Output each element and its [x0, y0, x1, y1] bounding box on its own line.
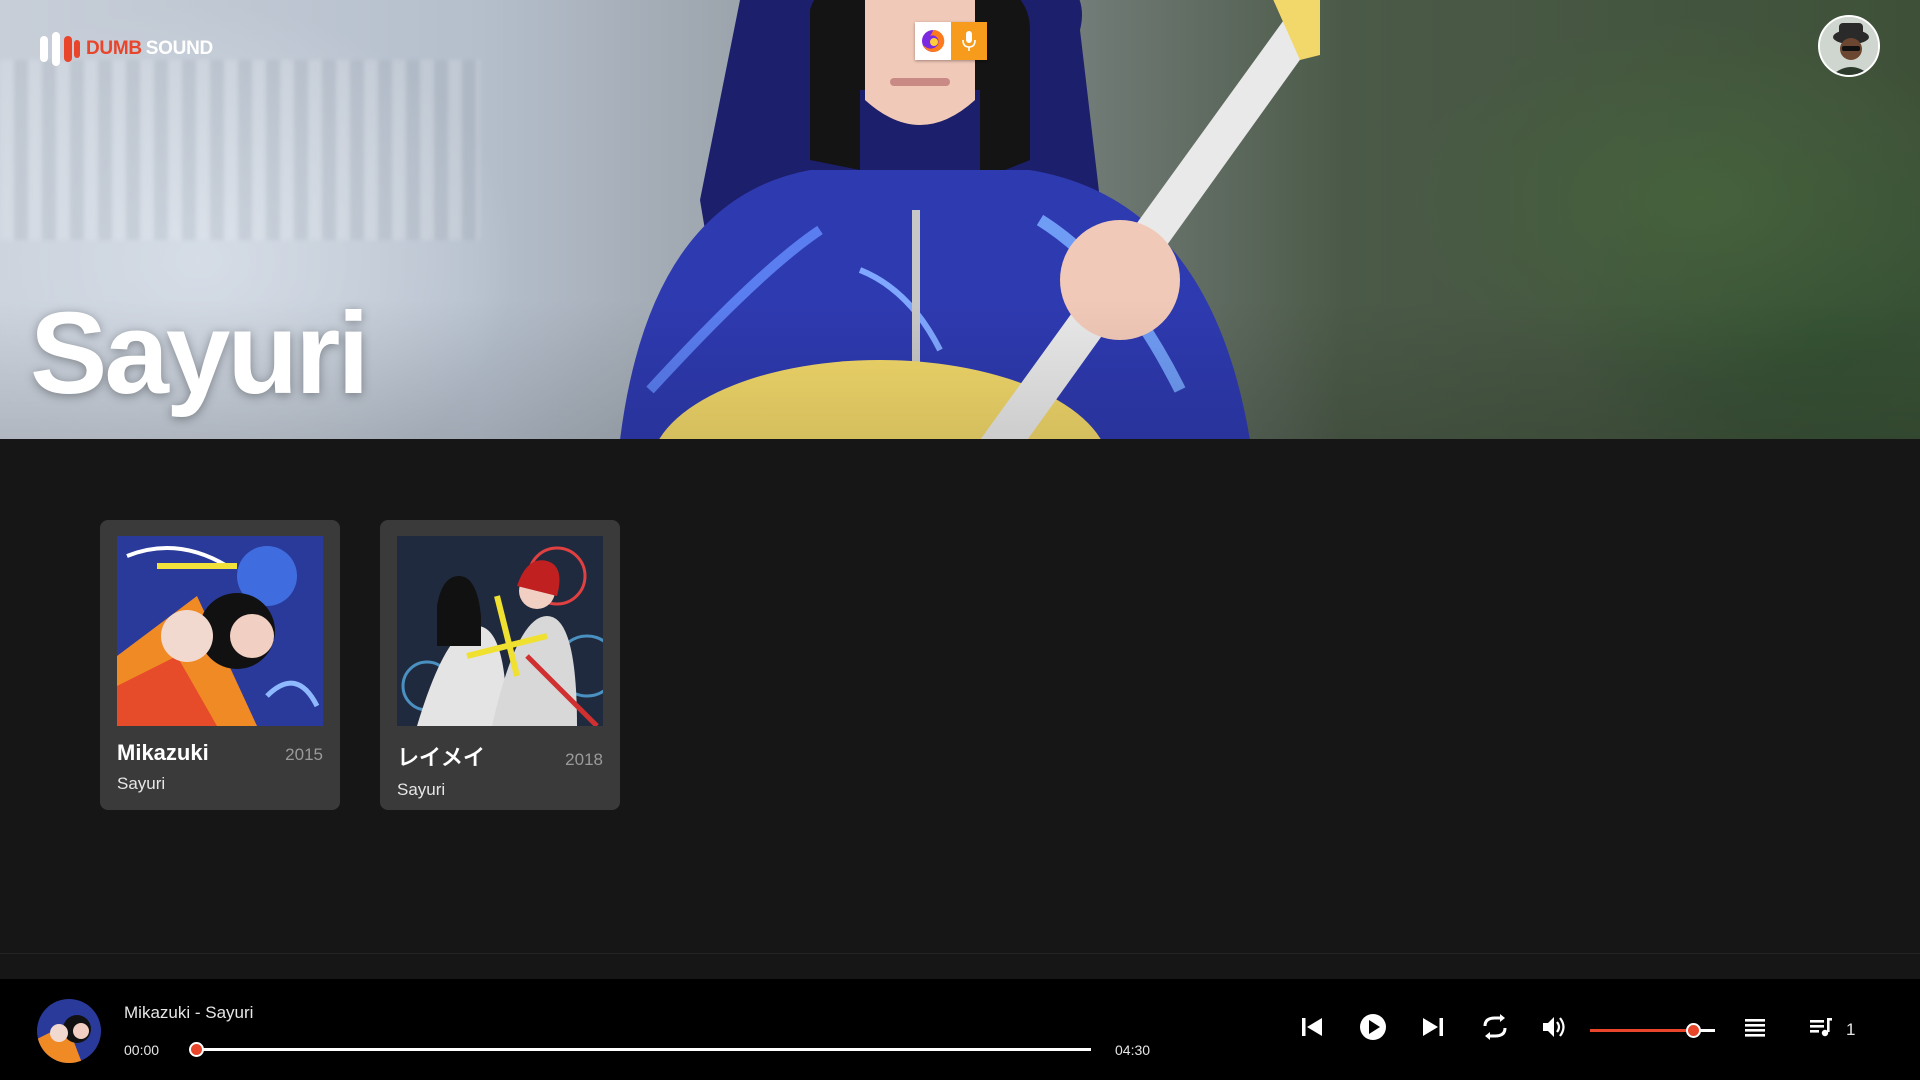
player-bar: Mikazuki - Sayuri 00:00 04:30 1	[0, 979, 1920, 1080]
volume-button[interactable]	[1534, 1007, 1574, 1047]
queue-button[interactable]	[1801, 1007, 1841, 1047]
app-logo[interactable]: DUMB SOUND	[38, 30, 213, 68]
volume-slider[interactable]	[1590, 1023, 1715, 1038]
album-card-reimei[interactable]: レイメイ 2018 Sayuri	[380, 520, 620, 810]
playlist-icon	[1745, 1019, 1765, 1037]
album-cover-reimei[interactable]	[397, 536, 603, 726]
album-title: レイメイ	[397, 745, 486, 770]
album-year: 2018	[565, 750, 603, 769]
previous-icon	[1302, 1018, 1322, 1036]
album-artist: Sayuri	[397, 780, 446, 799]
album-card-mikazuki[interactable]: Mikazuki 2015 Sayuri	[100, 520, 340, 810]
album-list: Mikazuki 2015 Sayuri レイメイ 2018 Sayuri	[100, 520, 620, 810]
play-button[interactable]	[1353, 1007, 1393, 1047]
user-avatar[interactable]	[1818, 15, 1880, 77]
queue-count: 1	[1846, 1020, 1856, 1039]
album-cover-mikazuki[interactable]	[117, 536, 323, 726]
current-time: 00:00	[124, 1042, 160, 1058]
firefox-icon[interactable]	[915, 22, 951, 60]
volume-fill	[1590, 1029, 1693, 1032]
microphone-icon[interactable]	[951, 22, 987, 60]
playlist-button[interactable]	[1735, 1007, 1775, 1047]
artist-title: Sayuri	[30, 288, 370, 418]
previous-button[interactable]	[1292, 1007, 1332, 1047]
volume-icon	[1543, 1017, 1565, 1037]
progress-slider[interactable]	[189, 1042, 1091, 1057]
sharing-indicator[interactable]	[915, 22, 987, 60]
progress-thumb[interactable]	[189, 1042, 204, 1057]
album-year: 2015	[285, 745, 323, 764]
next-button[interactable]	[1413, 1007, 1453, 1047]
logo-text-dumb: DUMB	[86, 38, 142, 59]
logo-text-sound: SOUND	[145, 38, 213, 59]
hero-background-detail	[0, 60, 480, 240]
queue-icon	[1810, 1018, 1832, 1037]
album-title: Mikazuki	[117, 740, 209, 765]
play-icon	[1360, 1014, 1386, 1040]
logo-mark-icon	[40, 32, 80, 66]
now-playing-title: Mikazuki - Sayuri	[124, 1003, 254, 1022]
album-artist: Sayuri	[117, 774, 166, 793]
now-playing-cover[interactable]	[37, 999, 101, 1063]
repeat-icon	[1483, 1014, 1507, 1040]
repeat-button[interactable]	[1475, 1007, 1515, 1047]
player-divider	[0, 953, 1920, 954]
total-time: 04:30	[1115, 1042, 1151, 1058]
next-icon	[1423, 1018, 1443, 1036]
volume-thumb[interactable]	[1685, 1023, 1701, 1038]
